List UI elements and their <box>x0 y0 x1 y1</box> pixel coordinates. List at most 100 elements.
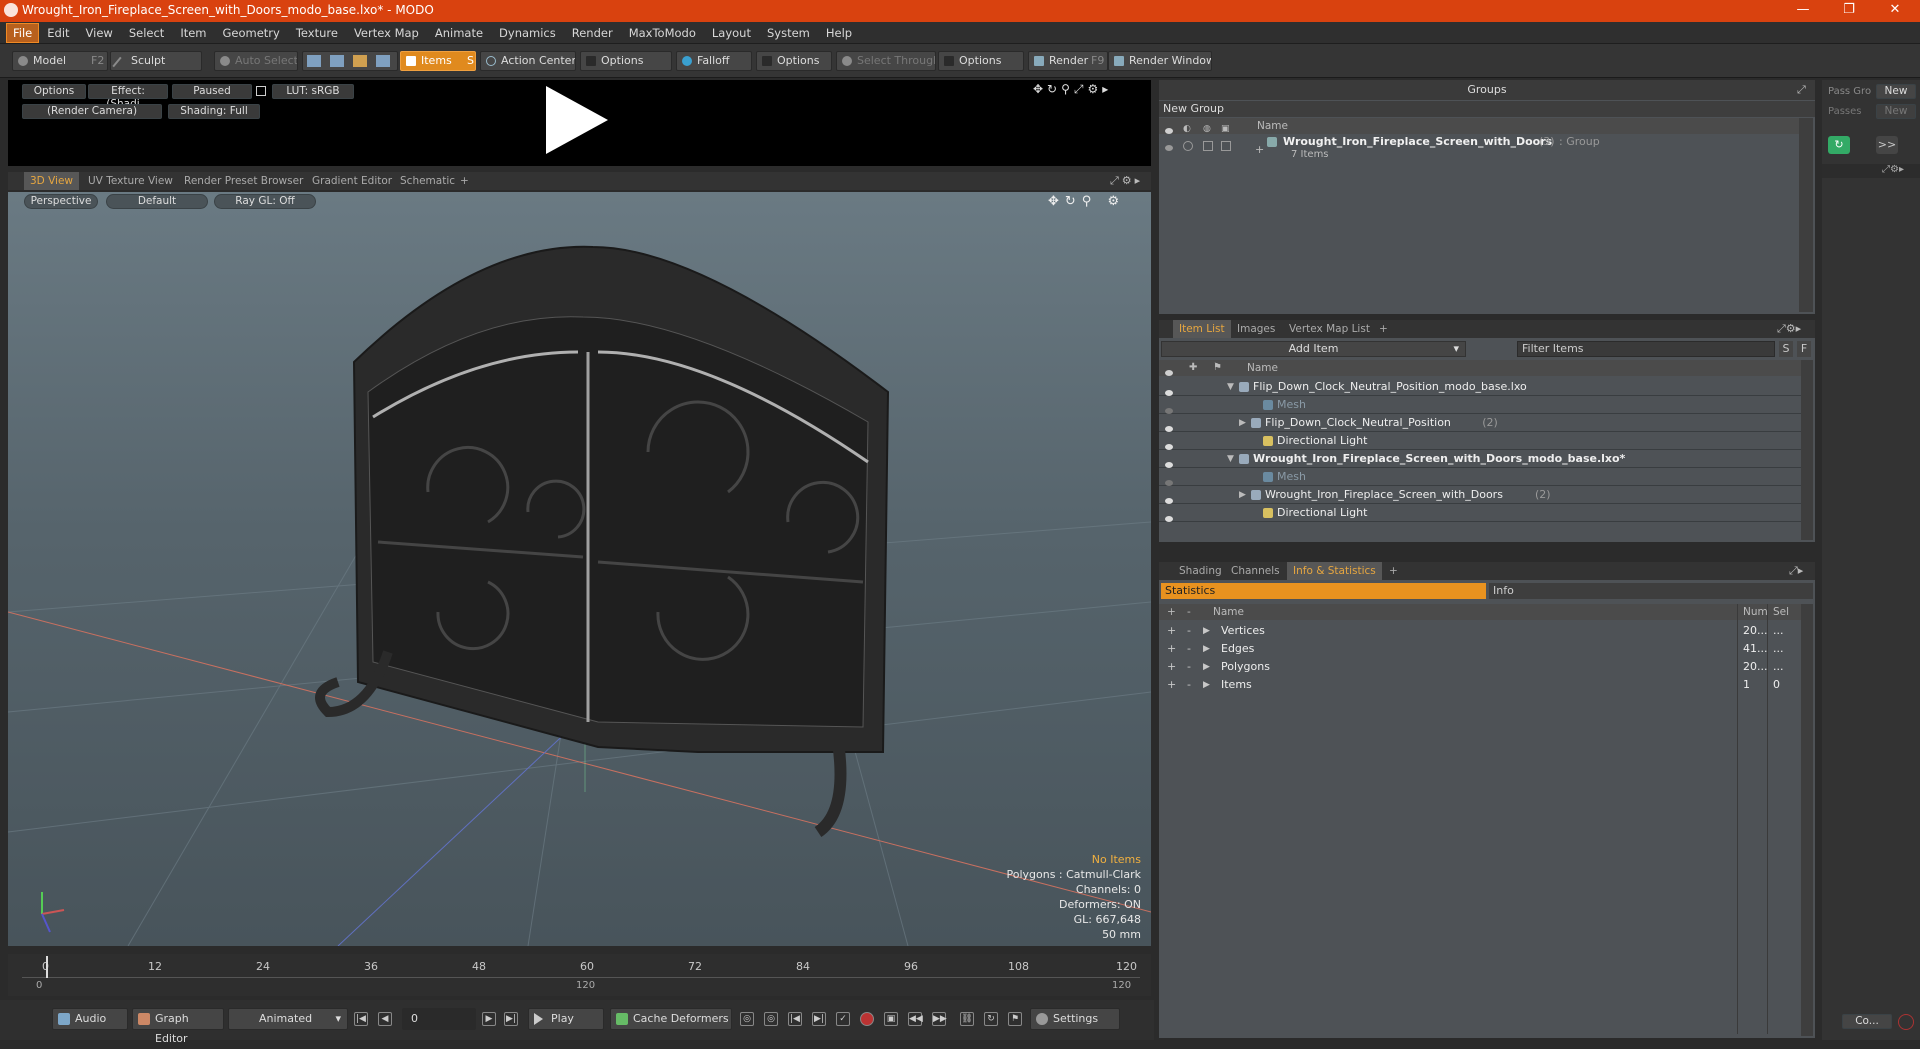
vertices-mode-icon[interactable] <box>307 55 321 67</box>
menu-edit[interactable]: Edit <box>39 22 77 44</box>
refresh-pass-icon[interactable]: ↻ <box>1828 136 1850 154</box>
stats-row[interactable]: + - ▶ Items 1 0 <box>1159 676 1801 694</box>
render-camera-dropdown[interactable]: (Render Camera) <box>22 104 162 119</box>
item-list-row[interactable]: ▶ Wrought_Iron_Fireplace_Screen_with_Door… <box>1159 486 1801 504</box>
model-mode-button[interactable]: Model F2 <box>12 51 108 71</box>
add-item-dropdown[interactable]: Add Item ▾ <box>1161 341 1466 357</box>
render-button[interactable]: Render F9 <box>1028 51 1108 71</box>
tab-images[interactable]: Images <box>1231 320 1281 338</box>
expand-arrow-icon[interactable]: ▶ <box>1239 414 1246 432</box>
playhead[interactable] <box>46 956 48 978</box>
shading-dropdown[interactable]: Shading: Full <box>168 104 260 119</box>
expand-plus-icon[interactable]: + <box>1255 143 1264 156</box>
menu-vertex-map[interactable]: Vertex Map <box>346 22 427 44</box>
expand-arrow-icon[interactable]: ▶ <box>1203 622 1210 640</box>
remove-stat-icon[interactable]: - <box>1187 658 1191 676</box>
tab-vertex-map-list[interactable]: Vertex Map List <box>1283 320 1376 338</box>
expand-arrow-icon[interactable]: ▶ <box>1203 640 1210 658</box>
range-bar[interactable]: 0 120 120 <box>22 980 1140 994</box>
settings-button[interactable]: Settings <box>1030 1008 1120 1030</box>
falloff-options-button[interactable]: Options <box>756 51 832 71</box>
menu-geometry[interactable]: Geometry <box>215 22 288 44</box>
view-panel-icons[interactable]: ⤢⚙▸ <box>1110 174 1143 188</box>
action-center-button[interactable]: Action Center <box>480 51 576 71</box>
remove-stat-icon[interactable]: - <box>1187 640 1191 658</box>
menu-file[interactable]: File <box>6 22 40 43</box>
play-render-icon[interactable] <box>546 86 608 154</box>
auto-key-icon[interactable]: ◎ <box>764 1012 778 1026</box>
eye-icon[interactable] <box>1165 510 1173 528</box>
tab-shading[interactable]: Shading <box>1173 562 1228 580</box>
minimize-icon[interactable]: — <box>1780 0 1826 22</box>
play-button[interactable]: Play <box>528 1008 604 1030</box>
expand-panel-icon[interactable]: ⤢ <box>1797 83 1806 97</box>
command-input[interactable]: Co... <box>1842 1014 1892 1029</box>
first-frame-icon[interactable]: |◀ <box>354 1012 368 1026</box>
select-toggle-icon[interactable] <box>1221 141 1231 151</box>
add-stat-icon[interactable]: + <box>1167 640 1176 658</box>
new-pass-group-button[interactable]: New <box>1876 84 1916 99</box>
close-icon[interactable]: ✕ <box>1872 0 1918 22</box>
menu-help[interactable]: Help <box>818 22 860 44</box>
step-back-icon[interactable]: ◀◀ <box>908 1012 923 1026</box>
timeline-ruler[interactable]: 0 12 24 36 48 60 72 84 96 108 120 <box>22 956 1140 978</box>
expand-passes-button[interactable]: >> <box>1876 136 1898 154</box>
remove-stat-icon[interactable]: - <box>1187 676 1191 694</box>
record-icon[interactable] <box>860 1012 874 1026</box>
filter-f-button[interactable]: F <box>1797 341 1811 357</box>
last-frame-icon[interactable]: ▶| <box>504 1012 518 1026</box>
panel-menu-icons[interactable]: ⤢▸ <box>1789 564 1803 578</box>
info-tab[interactable]: Info <box>1489 583 1813 599</box>
item-list-scrollbar[interactable] <box>1801 360 1813 540</box>
add-tab-button[interactable]: + <box>1373 320 1394 338</box>
item-list-row[interactable]: Mesh <box>1159 468 1801 486</box>
tab-uv-texture-view[interactable]: UV Texture View <box>82 172 179 190</box>
lock-icon[interactable] <box>256 86 266 96</box>
collapse-arrow-icon[interactable]: ▼ <box>1227 450 1234 468</box>
tab-gradient-editor[interactable]: Gradient Editor <box>306 172 398 190</box>
preview-effect-dropdown[interactable]: Effect: (Shadi... <box>88 84 168 110</box>
animated-dropdown[interactable]: Animated ▾ <box>228 1008 348 1030</box>
select-through-options-button[interactable]: Options <box>938 51 1024 71</box>
stats-row[interactable]: + - ▶ Edges 41...... <box>1159 640 1801 658</box>
materials-mode-icon[interactable] <box>376 55 390 67</box>
graph-editor-button[interactable]: Graph Editor <box>132 1008 224 1045</box>
filter-items-input[interactable]: Filter Items <box>1517 341 1775 357</box>
action-center-options-button[interactable]: Options <box>580 51 672 71</box>
passes-panel-icons[interactable]: ⤢⚙▸ <box>1822 164 1920 178</box>
edges-mode-icon[interactable] <box>330 55 344 67</box>
falloff-button[interactable]: Falloff <box>676 51 752 71</box>
groups-scrollbar[interactable] <box>1799 118 1813 312</box>
item-list-row[interactable]: Mesh <box>1159 396 1801 414</box>
item-list-row[interactable]: ▼ Wrought_Iron_Fireplace_Screen_with_Door… <box>1159 450 1801 468</box>
stats-scrollbar[interactable] <box>1801 604 1813 1036</box>
prev-key-icon[interactable]: |◀ <box>788 1012 802 1026</box>
auto-select-button[interactable]: Auto Select <box>214 51 298 71</box>
filter-s-button[interactable]: S <box>1779 341 1793 357</box>
tab-channels[interactable]: Channels <box>1225 562 1286 580</box>
add-stat-icon[interactable]: + <box>1167 622 1176 640</box>
statistics-tab[interactable]: Statistics <box>1161 583 1486 599</box>
audio-button[interactable]: Audio <box>52 1008 128 1030</box>
menu-dynamics[interactable]: Dynamics <box>491 22 564 44</box>
add-stat-icon[interactable]: + <box>1167 658 1176 676</box>
item-list-row[interactable]: ▼ Flip_Down_Clock_Neutral_Position_modo_b… <box>1159 378 1801 396</box>
render-window-button[interactable]: Render Window <box>1108 51 1212 71</box>
menu-layout[interactable]: Layout <box>704 22 759 44</box>
link-icon[interactable]: ⛓ <box>960 1012 974 1026</box>
frame-input[interactable]: 0 <box>402 1008 476 1030</box>
menu-animate[interactable]: Animate <box>427 22 491 44</box>
menu-system[interactable]: System <box>759 22 818 44</box>
add-tab-button[interactable]: + <box>1383 562 1404 580</box>
select-through-button[interactable]: Select Through <box>836 51 936 71</box>
item-list-row[interactable]: Directional Light <box>1159 504 1801 522</box>
menu-select[interactable]: Select <box>121 22 172 44</box>
stats-row[interactable]: + - ▶ Vertices 20...... <box>1159 622 1801 640</box>
unlink-icon[interactable]: ⚑ <box>1008 1012 1022 1026</box>
key-icon[interactable]: ◎ <box>740 1012 754 1026</box>
expand-arrow-icon[interactable]: ▶ <box>1239 486 1246 504</box>
expand-arrow-icon[interactable]: ▶ <box>1203 676 1210 694</box>
tab-3d-view[interactable]: 3D View <box>24 172 80 190</box>
tab-render-preset-browser[interactable]: Render Preset Browser <box>178 172 309 190</box>
tab-info-statistics[interactable]: Info & Statistics <box>1287 562 1382 580</box>
